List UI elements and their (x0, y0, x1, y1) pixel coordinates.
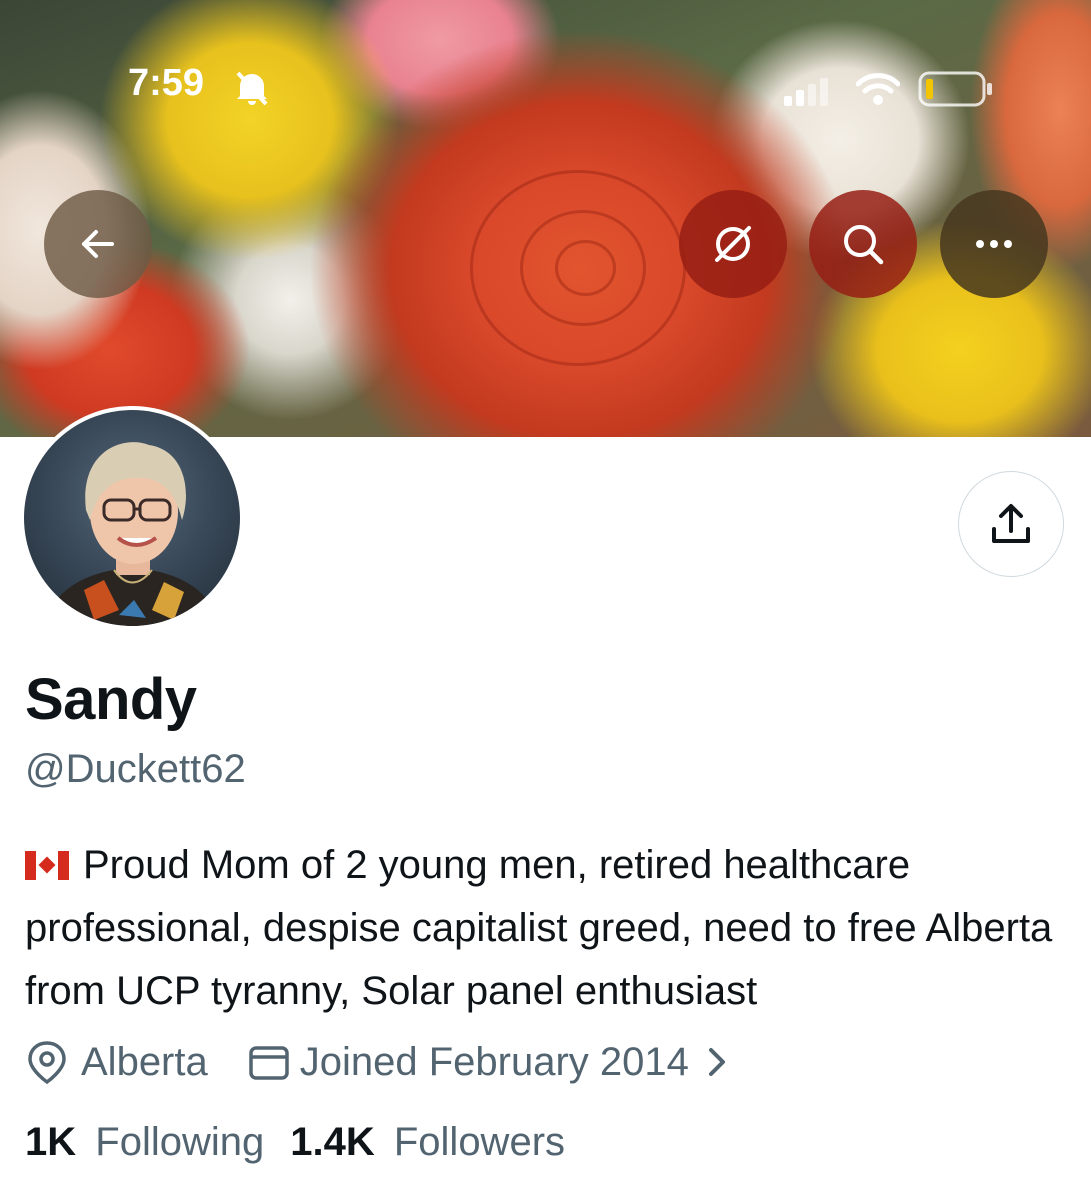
arrow-left-icon (82, 230, 114, 258)
mute-button[interactable] (679, 190, 787, 298)
back-button[interactable] (44, 190, 152, 298)
cellular-signal-icon (784, 78, 828, 106)
profile-handle: @Duckett62 (25, 747, 246, 791)
followers-count: 1.4K (290, 1120, 375, 1164)
following-count: 1K (25, 1120, 77, 1164)
battery-icon (918, 71, 992, 107)
share-icon (992, 504, 1030, 543)
profile-meta: Alberta Joined February 2014 (25, 1036, 733, 1088)
more-button[interactable] (940, 190, 1048, 298)
share-button[interactable] (958, 471, 1064, 577)
profile-joined-date: Joined February 2014 (299, 1039, 689, 1084)
followers-link[interactable]: 1.4K Followers (290, 1120, 565, 1165)
following-link[interactable]: 1K Following (25, 1120, 264, 1165)
profile-avatar[interactable] (20, 406, 244, 630)
avatar-portrait (44, 442, 220, 626)
follow-counts: 1K Following 1.4K Followers (25, 1120, 565, 1165)
followers-label: Followers (393, 1120, 566, 1164)
more-horizontal-icon (976, 240, 1012, 248)
location-pin-icon (28, 1041, 66, 1085)
profile-location: Alberta (81, 1039, 208, 1084)
chevron-right-icon[interactable] (703, 1044, 733, 1080)
status-time: 7:59 (128, 62, 205, 104)
slashed-circle-icon (715, 226, 751, 262)
profile-banner[interactable]: 7:59 (0, 0, 1091, 437)
following-label: Following (95, 1120, 265, 1164)
calendar-icon (249, 1046, 289, 1080)
banner-rose-detail (555, 240, 616, 296)
profile-bio: Proud Mom of 2 young men, retired health… (25, 834, 1075, 1023)
wifi-icon (856, 73, 900, 105)
canada-flag-icon (25, 851, 69, 880)
profile-name: Sandy (25, 667, 197, 732)
bell-slash-icon (236, 71, 268, 106)
bio-text: Proud Mom of 2 young men, retired health… (25, 843, 1053, 1013)
search-button[interactable] (809, 190, 917, 298)
search-icon (844, 225, 884, 265)
